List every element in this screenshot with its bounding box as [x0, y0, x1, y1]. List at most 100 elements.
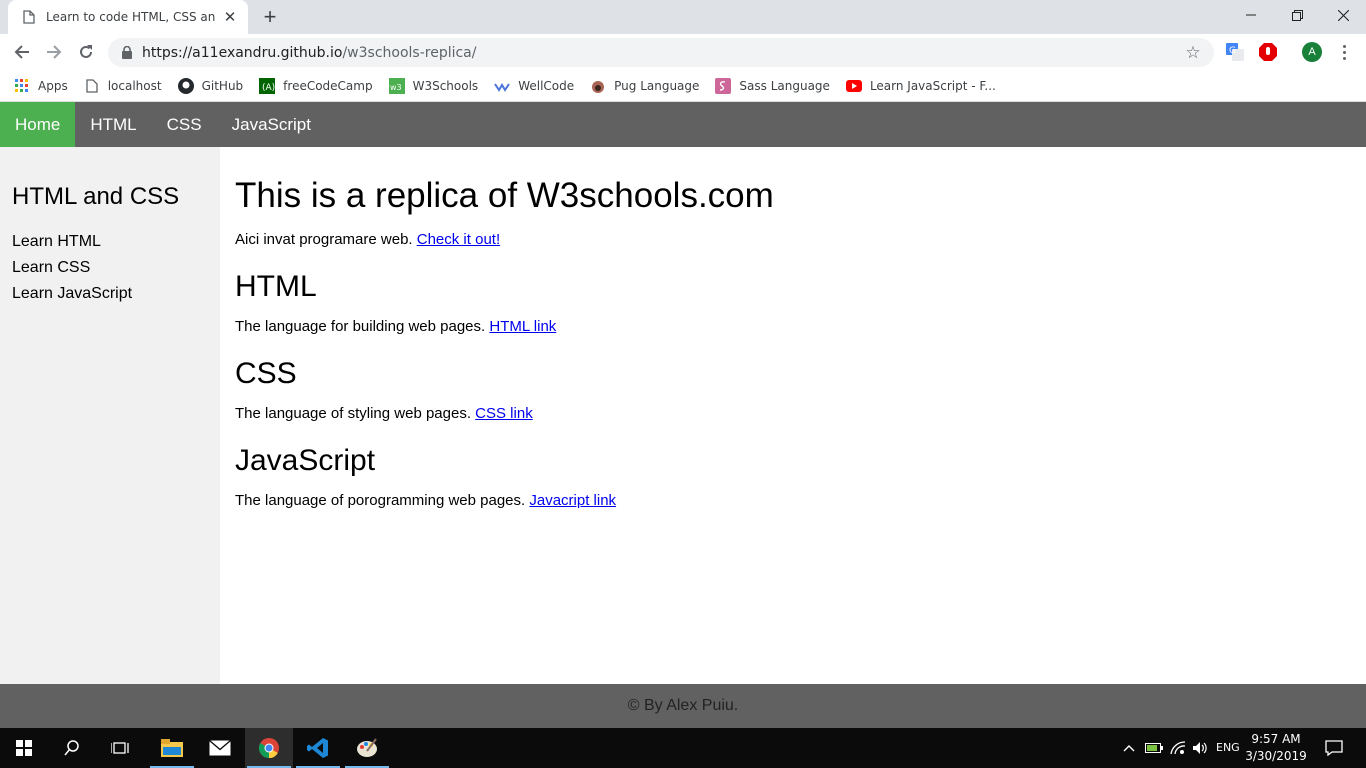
volume-icon[interactable]	[1190, 728, 1210, 768]
bookmark-label: Pug Language	[614, 78, 700, 93]
new-tab-icon[interactable]: +	[258, 5, 282, 29]
sidebar-link-learn-html[interactable]: Learn HTML	[12, 229, 208, 255]
profile-avatar[interactable]: A	[1302, 42, 1322, 62]
page-footer: © By Alex Puiu.	[0, 684, 1366, 728]
translate-extension-icon[interactable]: G	[1225, 42, 1245, 62]
sass-icon	[715, 77, 732, 94]
clock-time: 9:57 AM	[1251, 732, 1301, 746]
section-text: The language of styling web pages.	[235, 405, 476, 422]
nav-javascript-link[interactable]: JavaScript	[217, 102, 326, 147]
wifi-icon[interactable]	[1168, 728, 1188, 768]
bookmarks-bar: Apps localhost GitHub (A) freeCodeCamp w…	[0, 70, 1366, 102]
restore-icon[interactable]	[1274, 0, 1320, 30]
notifications-icon[interactable]	[1320, 728, 1348, 768]
main-content: This is a replica of W3schools.com Aici …	[235, 147, 1335, 684]
reload-icon[interactable]	[72, 38, 100, 66]
sidebar-title: HTML and CSS	[12, 183, 180, 210]
taskbar-clock[interactable]: 9:57 AM 3/30/2019	[1240, 731, 1312, 765]
youtube-icon	[845, 78, 862, 94]
bookmark-apps[interactable]: Apps	[14, 78, 68, 94]
sidebar-link-learn-css[interactable]: Learn CSS	[12, 255, 208, 281]
check-it-out-link[interactable]: Check it out!	[417, 231, 500, 248]
section-text: The language of porogramming web pages.	[235, 492, 530, 509]
minimize-icon[interactable]	[1228, 0, 1274, 30]
github-icon	[177, 77, 194, 94]
bookmark-wellcode[interactable]: WellCode	[494, 78, 574, 94]
battery-icon[interactable]	[1144, 728, 1164, 768]
w3schools-icon: w3	[388, 77, 405, 94]
show-hidden-icons-icon[interactable]	[1120, 728, 1138, 768]
section-heading-css: CSS	[235, 357, 297, 390]
url-path: /w3schools-replica/	[342, 44, 477, 61]
bookmark-freecodecamp[interactable]: (A) freeCodeCamp	[259, 77, 373, 94]
bookmark-github[interactable]: GitHub	[177, 77, 244, 94]
nav-html-link[interactable]: HTML	[75, 102, 151, 147]
adblock-extension-icon[interactable]	[1258, 42, 1278, 62]
tab-title: Learn to code HTML, CSS and JavaScript	[46, 10, 216, 24]
section-paragraph-html: The language for building web pages. HTM…	[235, 318, 1335, 335]
html-link[interactable]: HTML link	[489, 318, 556, 335]
bookmark-pug[interactable]: Pug Language	[590, 78, 699, 94]
wellcode-icon	[494, 78, 511, 94]
forward-arrow-icon[interactable]	[40, 38, 68, 66]
svg-text:G: G	[1229, 46, 1236, 56]
url-text: https://a11exandru.github.io/w3schools-r…	[142, 45, 476, 61]
bookmark-learn-javascript[interactable]: Learn JavaScript - F...	[845, 78, 996, 94]
nav-home-link[interactable]: Home	[0, 102, 76, 147]
bookmark-label: WellCode	[518, 78, 575, 93]
clock-date: 3/30/2019	[1245, 749, 1307, 763]
page-icon	[22, 10, 36, 24]
chrome-taskbar-icon[interactable]	[245, 728, 293, 768]
window-controls	[1228, 0, 1366, 30]
section-paragraph-javascript: The language of porogramming web pages. …	[235, 492, 1335, 509]
freecodecamp-icon: (A)	[259, 77, 276, 94]
bookmark-sass[interactable]: Sass Language	[715, 77, 830, 94]
tab-strip: Learn to code HTML, CSS and JavaScript ✕…	[0, 0, 1366, 34]
file-explorer-icon[interactable]	[148, 728, 196, 768]
address-bar[interactable]: https://a11exandru.github.io/w3schools-r…	[108, 38, 1214, 67]
section-text: The language for building web pages.	[235, 318, 490, 335]
page-icon	[84, 78, 100, 94]
back-arrow-icon[interactable]	[8, 38, 36, 66]
bookmark-label: W3Schools	[412, 78, 479, 93]
paint-icon[interactable]	[343, 728, 391, 768]
intro-paragraph: Aici invat programare web. Check it out!	[235, 231, 1335, 248]
input-language[interactable]: ENG	[1216, 741, 1240, 754]
section-heading-javascript: JavaScript	[235, 444, 376, 477]
bookmark-w3schools[interactable]: w3 W3Schools	[388, 77, 479, 94]
page-title: This is a replica of W3schools.com	[235, 176, 774, 215]
mail-icon[interactable]	[196, 728, 244, 768]
search-icon[interactable]	[48, 728, 96, 768]
javascript-link[interactable]: Javacript link	[529, 492, 616, 509]
taskbar: ENG 9:57 AM 3/30/2019	[0, 728, 1366, 768]
svg-text:(A): (A)	[262, 83, 275, 93]
browser-tab[interactable]: Learn to code HTML, CSS and JavaScript ✕	[8, 0, 248, 34]
lock-icon[interactable]	[120, 46, 134, 60]
intro-text: Aici invat programare web.	[235, 231, 417, 248]
bookmark-label: GitHub	[201, 78, 244, 93]
browser-toolbar: https://a11exandru.github.io/w3schools-r…	[0, 34, 1366, 70]
browser-menu-icon[interactable]	[1334, 42, 1354, 62]
section-paragraph-css: The language of styling web pages. CSS l…	[235, 405, 1335, 422]
pug-icon	[590, 78, 606, 94]
close-icon[interactable]: ✕	[222, 9, 238, 26]
nav-css-link[interactable]: CSS	[152, 102, 217, 147]
footer-text: © By Alex Puiu.	[627, 697, 739, 714]
bookmark-label: localhost	[107, 78, 162, 93]
sidebar: HTML and CSS Learn HTML Learn CSS Learn …	[0, 147, 220, 684]
bookmark-label: freeCodeCamp	[283, 78, 373, 93]
close-window-icon[interactable]	[1320, 0, 1366, 30]
apps-grid-icon	[14, 78, 30, 94]
bookmark-star-icon[interactable]: ☆	[1184, 43, 1202, 62]
bookmark-label: Apps	[38, 78, 68, 93]
task-view-icon[interactable]	[96, 728, 144, 768]
bookmark-label: Learn JavaScript - F...	[869, 78, 996, 93]
bookmark-label: Sass Language	[739, 78, 830, 93]
svg-text:w3: w3	[390, 83, 402, 92]
bookmark-localhost[interactable]: localhost	[84, 78, 162, 94]
vscode-icon[interactable]	[294, 728, 342, 768]
css-link[interactable]: CSS link	[475, 405, 533, 422]
sidebar-link-learn-javascript[interactable]: Learn JavaScript	[12, 281, 208, 307]
url-host: https://a11exandru.github.io	[142, 44, 343, 61]
windows-start-icon[interactable]	[0, 728, 48, 768]
